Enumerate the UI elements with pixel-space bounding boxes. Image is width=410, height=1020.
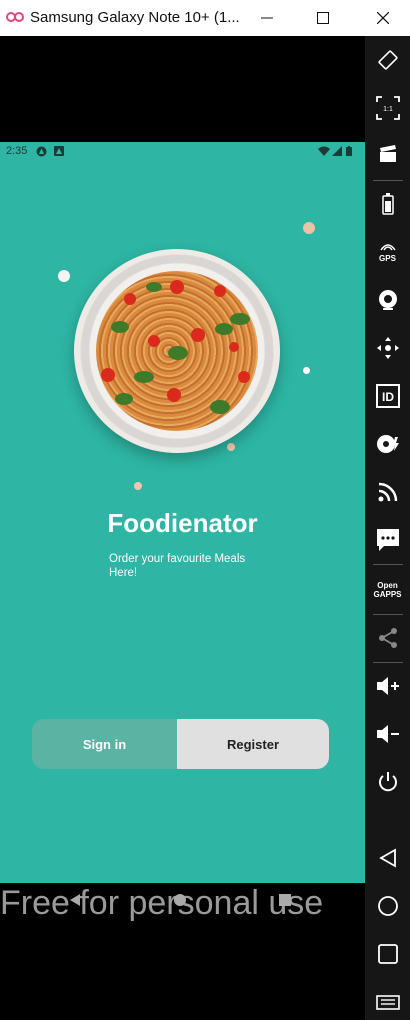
battery-icon	[381, 193, 394, 215]
nav-recents-overlay-icon	[279, 894, 291, 906]
app-title: Foodienator	[107, 508, 258, 538]
gps-icon: GPS	[379, 242, 397, 263]
identifiers-button[interactable]: ID	[365, 376, 410, 416]
phone-screen: 2:35 Foodienator Order your favourite Me…	[0, 142, 365, 883]
identifiers-label: ID	[382, 390, 394, 404]
spaghetti-plate-image	[74, 249, 280, 453]
menu-icon	[375, 995, 400, 1010]
gps-button[interactable]: GPS	[365, 232, 410, 272]
battery-button[interactable]	[365, 184, 410, 224]
genymotion-logo-icon	[6, 12, 24, 22]
minimize-button[interactable]	[244, 0, 290, 36]
network-button[interactable]	[365, 472, 410, 512]
camera-icon	[378, 290, 397, 310]
volume-down-icon	[376, 725, 399, 743]
auth-toggle: Sign in Register	[32, 719, 329, 769]
disk-button[interactable]	[365, 424, 410, 464]
sign-in-button[interactable]: Sign in	[32, 719, 177, 769]
home-icon	[377, 896, 398, 916]
recents-icon	[377, 944, 398, 964]
home-button[interactable]	[365, 886, 410, 926]
dpad-button[interactable]	[365, 328, 410, 368]
back-button[interactable]	[365, 838, 410, 878]
toolbar-divider	[373, 614, 403, 615]
volume-down-button[interactable]	[365, 714, 410, 754]
rotate-button[interactable]	[365, 40, 410, 80]
signal-icon	[332, 146, 342, 156]
decorative-dot	[303, 222, 315, 234]
pixel-perfect-icon: 1:1	[375, 96, 400, 120]
toolbar-divider	[373, 662, 403, 663]
nav-back-overlay-icon	[70, 894, 80, 906]
identifiers-icon: ID	[375, 384, 400, 408]
register-button[interactable]: Register	[177, 719, 329, 769]
emulator-toolbar: 1:1 GPS ID Open GAPPS	[365, 36, 410, 1020]
menu-button[interactable]	[365, 982, 410, 1020]
pixel-perfect-button[interactable]: 1:1	[365, 88, 410, 128]
decorative-dot	[303, 367, 310, 374]
screen-record-icon	[379, 145, 396, 162]
app-notification-icon	[36, 146, 47, 157]
gps-label: GPS	[379, 253, 396, 263]
emulator-frame-top	[0, 36, 365, 142]
power-button[interactable]	[365, 762, 410, 802]
power-icon	[378, 772, 397, 792]
minimize-icon	[261, 17, 273, 19]
back-icon	[378, 848, 396, 868]
recents-button[interactable]	[365, 934, 410, 974]
open-gapps-button[interactable]: Open GAPPS	[365, 570, 410, 610]
notification-icon	[54, 146, 64, 156]
decorative-dot	[58, 270, 70, 282]
volume-up-icon	[376, 677, 399, 695]
sms-button[interactable]	[365, 520, 410, 560]
battery-status-icon	[346, 146, 352, 156]
pasta-toppings	[101, 280, 250, 414]
screen-record-button[interactable]	[365, 134, 410, 174]
share-icon	[378, 628, 397, 648]
camera-button[interactable]	[365, 280, 410, 320]
status-bar: 2:35	[0, 142, 365, 160]
maximize-icon	[317, 12, 329, 24]
open-gapps-icon: Open GAPPS	[373, 581, 402, 599]
sms-icon	[376, 529, 399, 551]
toolbar-divider	[373, 564, 403, 565]
rotate-icon	[377, 50, 398, 70]
toolbar-divider	[373, 180, 403, 181]
window-title: Samsung Galaxy Note 10+ (1...	[30, 9, 240, 26]
share-button[interactable]	[365, 618, 410, 658]
app-tagline: Order your favourite Meals Here!	[109, 553, 246, 579]
nav-home-overlay-icon	[174, 894, 186, 906]
window-title-bar: Samsung Galaxy Note 10+ (1...	[0, 0, 410, 36]
close-button[interactable]	[360, 0, 406, 36]
pixel-perfect-label: 1:1	[383, 106, 393, 113]
wifi-icon	[318, 146, 330, 156]
disk-icon	[376, 435, 399, 453]
status-time: 2:35	[6, 145, 28, 157]
volume-up-button[interactable]	[365, 666, 410, 706]
close-icon	[377, 12, 389, 24]
decorative-dot	[134, 482, 142, 490]
dpad-icon	[376, 337, 399, 359]
network-icon	[378, 482, 397, 502]
maximize-button[interactable]	[300, 0, 346, 36]
